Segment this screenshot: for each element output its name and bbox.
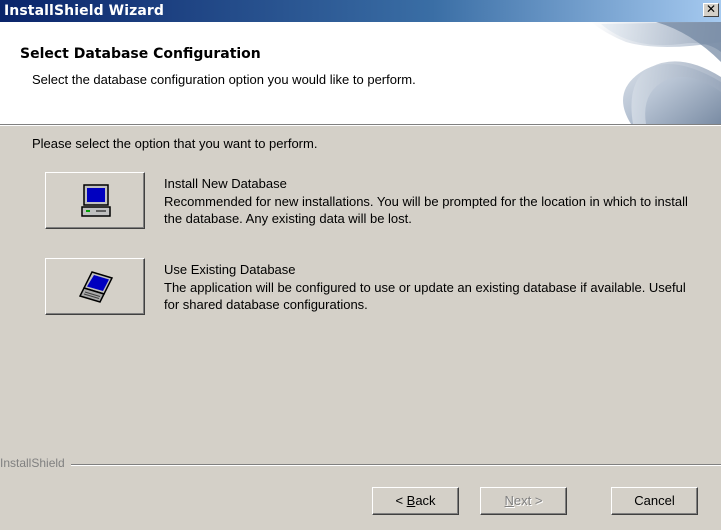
use-existing-database-description: The application will be configured to us…	[164, 280, 686, 312]
page-title: Select Database Configuration	[20, 46, 261, 62]
next-button-label: ext >	[513, 493, 543, 508]
install-new-database-title: Install New Database	[164, 176, 287, 191]
cancel-button[interactable]: Cancel	[611, 487, 698, 515]
next-button-mnemonic: N	[504, 493, 514, 508]
footer-divider-highlight	[0, 465, 721, 466]
back-button[interactable]: < Back	[372, 487, 459, 515]
close-button[interactable]: ✕	[703, 3, 719, 17]
back-button-prefix: <	[395, 493, 407, 508]
title-bar[interactable]: InstallShield Wizard ✕	[0, 0, 721, 22]
page-subtitle: Select the database configuration option…	[32, 72, 416, 87]
selection-prompt: Please select the option that you want t…	[32, 136, 318, 151]
wizard-banner-graphic	[591, 22, 721, 124]
next-button[interactable]: Next >	[480, 487, 567, 515]
close-icon: ✕	[705, 2, 717, 16]
back-button-label: ack	[415, 493, 436, 508]
use-existing-database-title: Use Existing Database	[164, 262, 296, 277]
window-title: InstallShield Wizard	[4, 3, 165, 19]
desktop-computer-icon	[81, 184, 111, 217]
header-divider-highlight	[0, 125, 721, 126]
install-new-database-description: Recommended for new installations. You w…	[164, 194, 688, 226]
installshield-brand-label: InstallShield	[0, 456, 71, 470]
use-existing-database-button[interactable]	[45, 258, 145, 315]
install-new-database-button[interactable]	[45, 172, 145, 229]
installshield-wizard-window: InstallShield Wizard ✕ Select Database C…	[0, 0, 721, 530]
wizard-header: Select Database Configuration Select the…	[0, 22, 721, 124]
cancel-button-label: Cancel	[634, 493, 675, 508]
laptop-computer-icon	[78, 271, 114, 303]
